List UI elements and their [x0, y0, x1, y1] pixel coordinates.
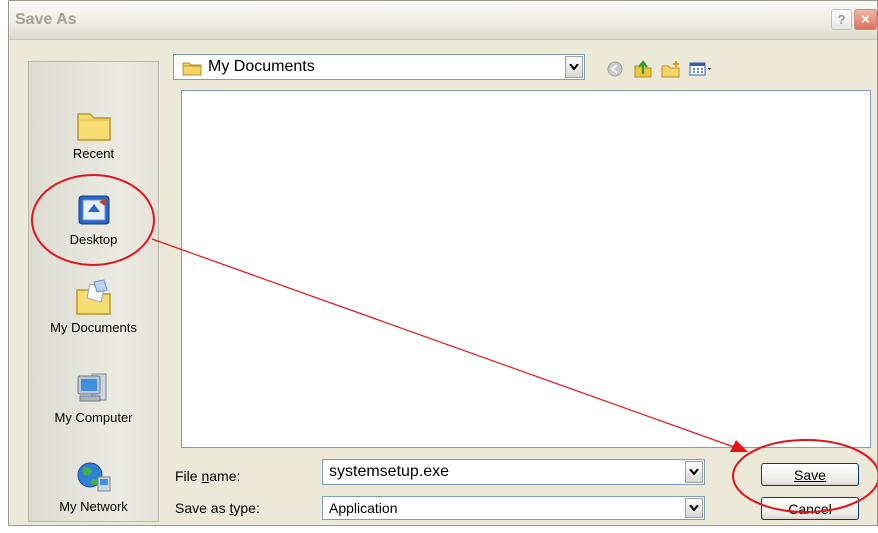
- file-name-label: File name:: [175, 468, 241, 484]
- up-folder-icon[interactable]: [633, 60, 653, 78]
- my-network-icon: [77, 462, 110, 492]
- recent-folder-icon: [76, 113, 111, 141]
- save-as-type-value: Application: [329, 500, 398, 516]
- help-button[interactable]: ?: [831, 9, 852, 30]
- save-button[interactable]: Save: [761, 463, 859, 486]
- file-name-field[interactable]: systemsetup.exe: [322, 459, 705, 485]
- place-desktop[interactable]: Desktop: [29, 190, 158, 247]
- cancel-button[interactable]: Cancel: [761, 497, 859, 520]
- place-label: Recent: [72, 146, 115, 161]
- desktop-icon: [78, 195, 109, 225]
- places-bar: Recent Desktop My Documents My Computer …: [28, 61, 159, 522]
- file-list[interactable]: [181, 90, 871, 448]
- file-name-value: systemsetup.exe: [329, 463, 450, 480]
- save-button-label: Save: [794, 466, 826, 483]
- my-documents-icon: [75, 279, 111, 315]
- dialog-title: Save As: [15, 11, 77, 28]
- chevron-down-icon[interactable]: [685, 498, 703, 518]
- back-icon[interactable]: [605, 60, 625, 78]
- save-in-dropdown[interactable]: My Documents: [173, 54, 585, 80]
- chevron-down-icon[interactable]: [685, 461, 703, 483]
- place-label: My Network: [59, 499, 128, 514]
- views-menu-icon[interactable]: [689, 60, 715, 78]
- close-button[interactable]: ×: [854, 9, 877, 30]
- chevron-down-icon[interactable]: [565, 56, 583, 78]
- title-bar[interactable]: Save As ? ×: [9, 1, 877, 40]
- place-label: My Documents: [50, 320, 137, 335]
- my-computer-icon: [77, 373, 106, 402]
- save-as-dialog: Save As ? × Save in: My Documents: [8, 0, 878, 526]
- new-folder-icon[interactable]: [661, 60, 681, 78]
- folder-icon: [182, 62, 202, 76]
- save-in-value: My Documents: [208, 58, 315, 75]
- save-as-type-dropdown[interactable]: Application: [322, 496, 705, 520]
- place-my-network[interactable]: My Network: [29, 457, 158, 514]
- save-as-type-label: Save as type:: [175, 500, 260, 516]
- place-recent[interactable]: Recent: [29, 104, 158, 161]
- place-my-documents[interactable]: My Documents: [29, 278, 158, 335]
- place-label: My Computer: [54, 410, 133, 425]
- place-label: Desktop: [69, 232, 118, 247]
- place-my-computer[interactable]: My Computer: [29, 368, 158, 425]
- cancel-button-label: Cancel: [788, 500, 832, 517]
